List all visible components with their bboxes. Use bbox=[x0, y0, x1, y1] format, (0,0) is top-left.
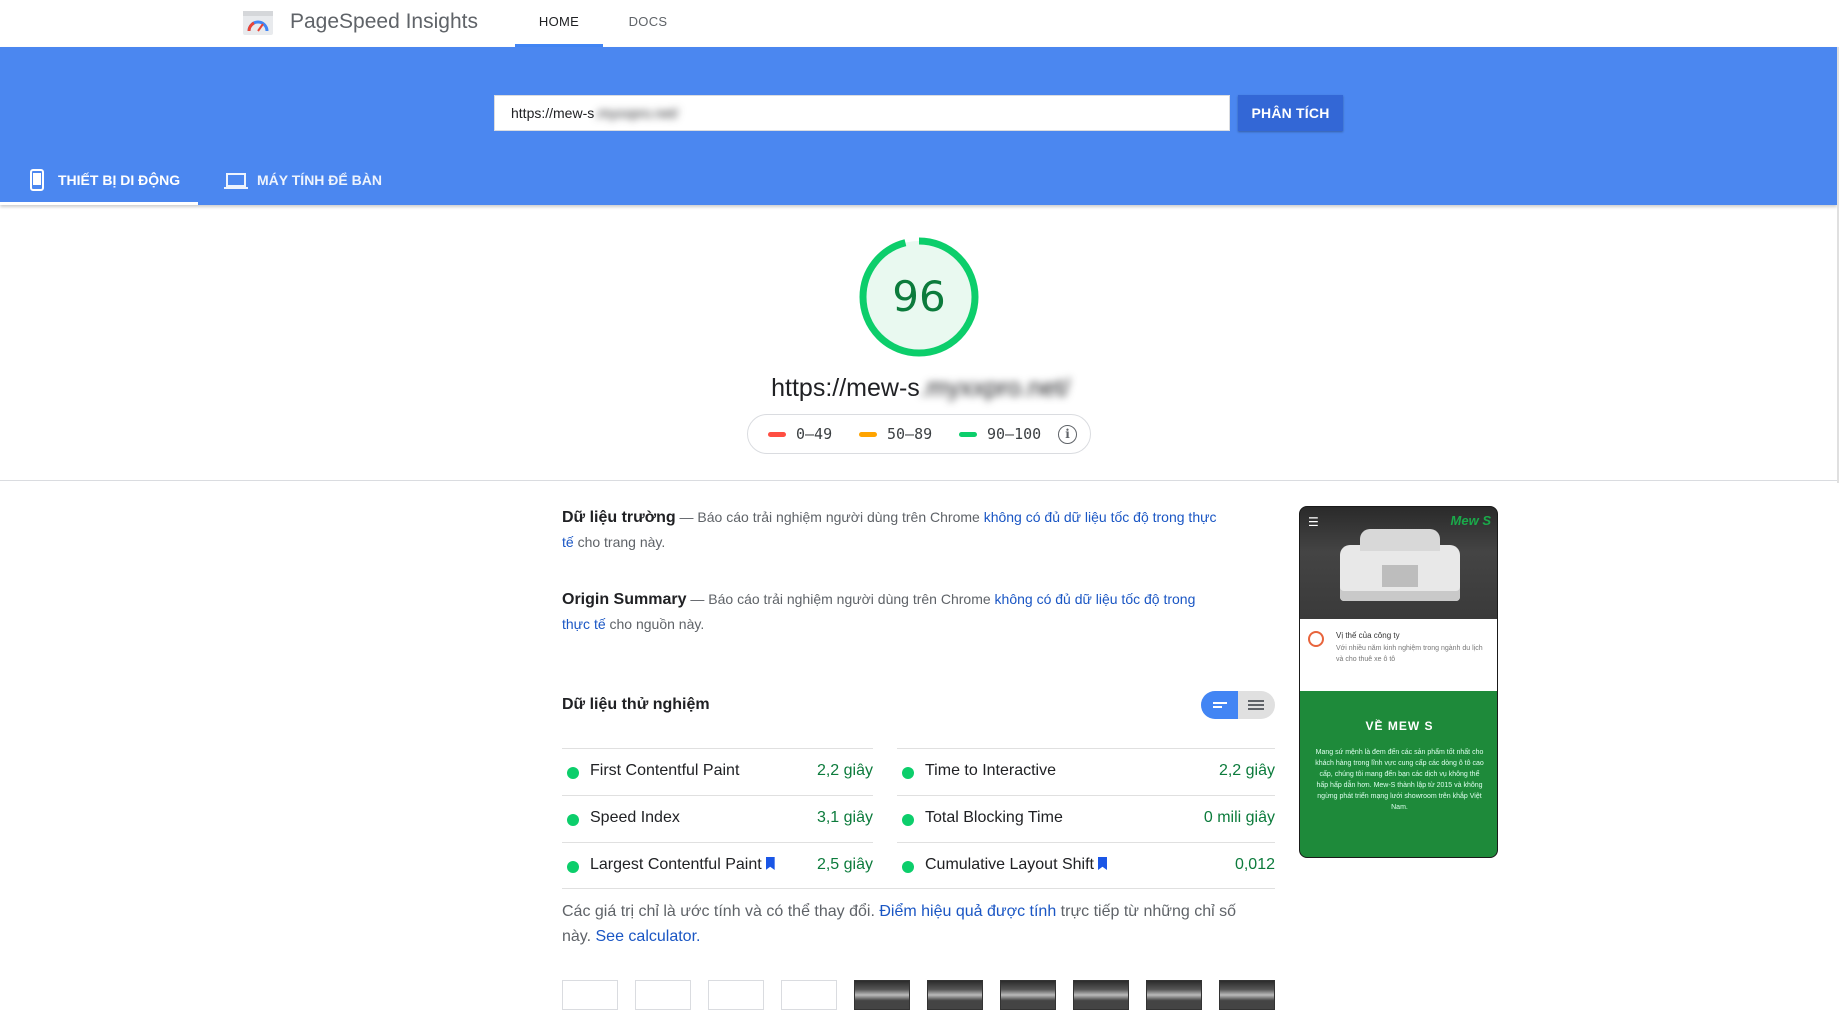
metric-cls: Cumulative Layout Shift 0,012 bbox=[897, 842, 1275, 889]
field-data-section: Dữ liệu trường — Báo cáo trải nghiệm ngư… bbox=[562, 505, 1222, 555]
metric-value: 0 mili giây bbox=[1203, 809, 1275, 826]
hamburger-menu-icon: ☰ bbox=[1308, 515, 1319, 529]
score-url: https://mew-s.myxxpro.net/ bbox=[0, 374, 1841, 403]
url-input-value-blurred: .myxxpro.net/ bbox=[594, 105, 679, 121]
pass-status-icon bbox=[567, 814, 579, 826]
metrics-bottom-rule bbox=[562, 888, 1275, 889]
metric-name-wrap: Cumulative Layout Shift bbox=[925, 856, 1107, 874]
analyze-button[interactable]: PHÂN TÍCH bbox=[1238, 95, 1343, 131]
origin-summary-title: Origin Summary bbox=[562, 591, 687, 608]
web-vital-flag-icon bbox=[1097, 857, 1107, 870]
metric-name: Time to Interactive bbox=[925, 762, 1057, 779]
metric-value: 2,2 giây bbox=[1218, 762, 1275, 779]
legend-fail: 0–49 bbox=[768, 425, 832, 443]
metric-speed-index: Speed Index 3,1 giây bbox=[562, 795, 873, 842]
see-calculator-link[interactable]: See calculator. bbox=[596, 928, 701, 945]
mobile-screenshot-preview: ☰ Mew S Vị thế của công ty Với nhiều năm… bbox=[1299, 506, 1498, 858]
smartphone-icon bbox=[30, 169, 44, 191]
preview-card-text: Với nhiều năm kinh nghiệm trong ngành du… bbox=[1336, 645, 1483, 663]
score-legend: 0–49 50–89 90–100 i bbox=[747, 414, 1091, 454]
metric-name: Speed Index bbox=[590, 809, 680, 826]
legend-average-marker bbox=[859, 432, 877, 437]
top-app-bar: PageSpeed Insights HOME DOCS bbox=[0, 0, 1841, 47]
pass-status-icon bbox=[902, 861, 914, 873]
tab-mobile[interactable]: THIẾT BỊ DI ĐỘNG bbox=[0, 159, 198, 205]
tab-desktop[interactable]: MÁY TÍNH ĐỂ BÀN bbox=[222, 159, 402, 205]
section-divider bbox=[0, 480, 1837, 481]
pass-status-icon bbox=[567, 861, 579, 873]
award-icon bbox=[1308, 631, 1324, 647]
tab-desktop-label: MÁY TÍNH ĐỂ BÀN bbox=[257, 172, 382, 188]
metric-tbt: Total Blocking Time 0 mili giây bbox=[897, 795, 1275, 842]
scrollbar-edge bbox=[1837, 47, 1839, 483]
field-data-text: — Báo cáo trải nghiệm người dùng trên Ch… bbox=[675, 509, 984, 525]
preview-about-section: VỀ MEW S Mang sứ mệnh là đem đến các sản… bbox=[1300, 691, 1497, 857]
score-url-blurred: .myxxpro.net/ bbox=[919, 374, 1070, 402]
metric-name-wrap: Largest Contentful Paint bbox=[590, 856, 775, 874]
metrics-view-toggle[interactable] bbox=[1201, 691, 1275, 719]
url-input[interactable]: https://mew-s.myxxpro.net/ bbox=[494, 95, 1230, 131]
score-value: 96 bbox=[892, 272, 946, 321]
legend-pass: 90–100 bbox=[959, 425, 1041, 443]
field-data-title: Dữ liệu trường bbox=[562, 509, 676, 526]
origin-summary-text-after: cho nguồn này. bbox=[605, 616, 705, 632]
origin-summary-section: Origin Summary — Báo cáo trải nghiệm ngư… bbox=[562, 587, 1222, 637]
tab-mobile-label: THIẾT BỊ DI ĐỘNG bbox=[58, 172, 181, 188]
pass-status-icon bbox=[902, 814, 914, 826]
metric-name: Total Blocking Time bbox=[925, 809, 1063, 826]
metric-tti: Time to Interactive 2,2 giây bbox=[897, 748, 1275, 795]
pagespeed-logo-icon bbox=[243, 11, 273, 35]
url-input-value: https://mew-s bbox=[511, 105, 595, 121]
metric-lcp: Largest Contentful Paint 2,5 giây bbox=[562, 842, 873, 889]
legend-pass-marker bbox=[959, 432, 977, 437]
lab-data-title: Dữ liệu thử nghiệm bbox=[562, 696, 710, 713]
preview-section-title: VỀ MEW S bbox=[1365, 719, 1434, 733]
performance-score-gauge: 96 bbox=[858, 236, 980, 358]
metric-name: First Contentful Paint bbox=[590, 762, 740, 779]
preview-hero-image: ☰ Mew S bbox=[1300, 507, 1497, 619]
preview-card-title: Vị thế của công ty bbox=[1336, 631, 1400, 640]
metric-name: Cumulative Layout Shift bbox=[925, 856, 1094, 873]
car-image bbox=[1340, 529, 1460, 601]
toggle-compact-view[interactable] bbox=[1201, 691, 1238, 719]
metric-name: Largest Contentful Paint bbox=[590, 856, 762, 873]
preview-brand-logo: Mew S bbox=[1450, 513, 1491, 528]
tab-home[interactable]: HOME bbox=[515, 0, 603, 47]
web-vital-flag-icon bbox=[765, 857, 775, 870]
metric-fcp: First Contentful Paint 2,2 giây bbox=[562, 748, 873, 795]
score-calculation-link[interactable]: Điểm hiệu quả được tính bbox=[879, 903, 1056, 920]
origin-summary-text: — Báo cáo trải nghiệm người dùng trên Ch… bbox=[686, 591, 995, 607]
legend-average: 50–89 bbox=[859, 425, 932, 443]
metric-value: 2,5 giây bbox=[816, 856, 873, 873]
estimate-note: Các giá trị chỉ là ước tính và có thể th… bbox=[562, 903, 1236, 945]
info-icon[interactable]: i bbox=[1058, 425, 1077, 444]
laptop-icon bbox=[224, 173, 248, 189]
expanded-list-icon[interactable] bbox=[1238, 691, 1275, 719]
legend-fail-marker bbox=[768, 432, 786, 437]
compact-list-icon bbox=[1213, 702, 1227, 708]
app-title: PageSpeed Insights bbox=[290, 10, 478, 33]
tab-docs[interactable]: DOCS bbox=[608, 0, 688, 47]
preview-section-text: Mang sứ mệnh là đem đến các sản phẩm tốt… bbox=[1315, 749, 1484, 811]
pass-status-icon bbox=[902, 767, 914, 779]
metric-value: 3,1 giây bbox=[816, 809, 873, 826]
field-data-text-after: cho trang này. bbox=[573, 534, 666, 550]
analysis-header: https://mew-s.myxxpro.net/ PHÂN TÍCH THI… bbox=[0, 47, 1837, 205]
preview-info-card: Vị thế của công ty Với nhiều năm kinh ng… bbox=[1300, 619, 1497, 691]
pass-status-icon bbox=[567, 767, 579, 779]
metric-value: 0,012 bbox=[1234, 856, 1275, 873]
metric-value: 2,2 giây bbox=[816, 762, 873, 779]
score-url-text: https://mew-s bbox=[771, 374, 920, 402]
